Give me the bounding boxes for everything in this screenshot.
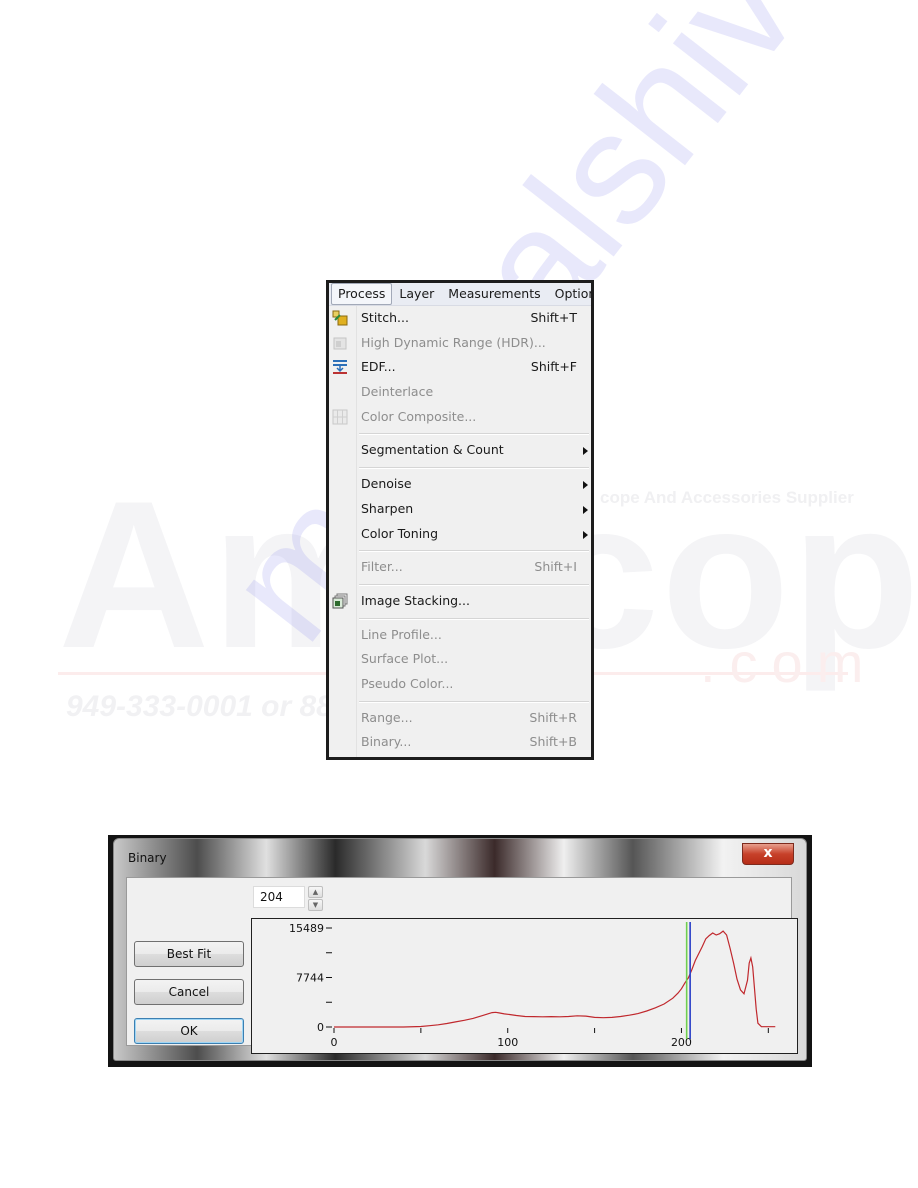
- menu-separator: [329, 614, 591, 623]
- menu-item-sharpen[interactable]: Sharpen: [329, 497, 591, 522]
- binary-dialog-screenshot: Binary x 204 ▲ ▼ Best Fit Cancel OK 0 774…: [108, 835, 812, 1067]
- process-menu: ProcessLayerMeasurementsOptions Stitch..…: [329, 283, 591, 757]
- menu-item-segmentation-count[interactable]: Segmentation & Count: [329, 438, 591, 463]
- cancel-button[interactable]: Cancel: [134, 979, 244, 1005]
- ok-button[interactable]: OK: [134, 1018, 244, 1044]
- menu-item-high-dynamic-range-hdr[interactable]: High Dynamic Range (HDR)...: [329, 331, 591, 356]
- submenu-arrow-icon: [583, 481, 588, 490]
- process-menu-screenshot: ProcessLayerMeasurementsOptions Stitch..…: [326, 280, 594, 760]
- menu-separator: [329, 580, 591, 589]
- menubar-item-measurements[interactable]: Measurements: [441, 284, 547, 304]
- best-fit-button[interactable]: Best Fit: [134, 941, 244, 967]
- arrow-up-icon: ▲: [312, 888, 319, 896]
- dialog-frame: Binary x 204 ▲ ▼ Best Fit Cancel OK 0 774…: [113, 838, 807, 1061]
- menu-item-label: Pseudo Color...: [361, 675, 454, 691]
- color-composite-icon: [332, 409, 348, 425]
- menu-item-label: Filter...: [361, 559, 403, 575]
- menu-item-label: EDF...: [361, 359, 396, 375]
- spin-down-button[interactable]: ▼: [308, 899, 323, 911]
- x-tick-label: 200: [671, 1036, 692, 1049]
- menu-separator: [329, 546, 591, 555]
- menu-item-label: Color Toning: [361, 525, 439, 541]
- submenu-arrow-icon: [583, 505, 588, 514]
- menu-item-shortcut: Shift+F: [530, 359, 577, 375]
- menu-item-label: Color Composite...: [361, 408, 477, 424]
- menu-item-label: Segmentation & Count: [361, 442, 504, 458]
- x-tick-label: 100: [497, 1036, 518, 1049]
- dialog-title: Binary: [128, 851, 167, 865]
- menu-item-edf[interactable]: EDF... Shift+F: [329, 355, 591, 380]
- menu-item-shortcut: Shift+R: [529, 709, 577, 725]
- menu-item-image-stacking[interactable]: Image Stacking...: [329, 589, 591, 614]
- histogram-line: [334, 930, 776, 1028]
- menu-item-shortcut: Shift+I: [534, 559, 577, 575]
- menubar-item-options[interactable]: Options: [548, 284, 591, 304]
- y-tick-label: 7744: [296, 972, 324, 985]
- submenu-arrow-icon: [583, 447, 588, 456]
- menu-item-label: Image Stacking...: [361, 592, 470, 608]
- close-button[interactable]: x: [742, 843, 794, 865]
- menu-separator: [329, 697, 591, 706]
- threshold-spinner: ▲ ▼: [308, 886, 323, 911]
- menu-separator: [329, 429, 591, 438]
- x-tick-label: 0: [331, 1036, 338, 1049]
- arrow-down-icon: ▼: [312, 901, 319, 909]
- menu-item-range[interactable]: Range... Shift+R: [329, 706, 591, 731]
- y-tick-label: 0: [317, 1021, 324, 1034]
- menubar: ProcessLayerMeasurementsOptions: [329, 283, 591, 306]
- menu-item-label: Deinterlace: [361, 384, 434, 400]
- menu-items: Stitch... Shift+T High Dynamic Range (HDR)…: [329, 306, 591, 755]
- threshold-input[interactable]: 204: [253, 886, 305, 908]
- menu-item-label: Binary...: [361, 734, 412, 750]
- histogram-panel[interactable]: 0 7744 15489 0 100 200: [251, 918, 798, 1054]
- stitch-icon: [332, 310, 348, 326]
- menu-item-shortcut: Shift+T: [530, 310, 577, 325]
- menu-item-binary[interactable]: Binary... Shift+B: [329, 730, 591, 755]
- menu-item-denoise[interactable]: Denoise: [329, 472, 591, 497]
- watermark-tagline: cope And Accessories Supplier: [600, 488, 854, 507]
- histogram-chart[interactable]: 0 7744 15489 0 100 200: [252, 919, 797, 1053]
- menu-item-pseudo-color[interactable]: Pseudo Color...: [329, 672, 591, 697]
- menubar-item-process[interactable]: Process: [331, 283, 393, 305]
- spin-up-button[interactable]: ▲: [308, 886, 323, 898]
- menu-item-label: High Dynamic Range (HDR)...: [361, 334, 546, 350]
- menu-item-label: Range...: [361, 709, 413, 725]
- edf-icon: [332, 359, 348, 375]
- menu-separator: [329, 463, 591, 472]
- menu-item-color-toning[interactable]: Color Toning: [329, 522, 591, 547]
- menu-item-color-composite[interactable]: Color Composite...: [329, 405, 591, 430]
- y-tick-label: 15489: [289, 922, 324, 935]
- menu-item-surface-plot[interactable]: Surface Plot...: [329, 647, 591, 672]
- menu-item-shortcut: Shift+B: [529, 734, 577, 750]
- menu-item-line-profile[interactable]: Line Profile...: [329, 623, 591, 648]
- menu-item-stitch[interactable]: Stitch... Shift+T: [329, 306, 591, 331]
- menu-item-label: Sharpen: [361, 500, 414, 516]
- close-icon: x: [763, 845, 773, 861]
- menubar-item-layer[interactable]: Layer: [392, 284, 441, 304]
- dialog-client-area: 204 ▲ ▼ Best Fit Cancel OK 0 7744 15489 0 10…: [126, 877, 798, 1054]
- hdr-icon: [332, 335, 348, 351]
- menu-item-label: Surface Plot...: [361, 651, 449, 667]
- menu-item-filter[interactable]: Filter... Shift+I: [329, 555, 591, 580]
- image-stacking-icon: [332, 593, 348, 609]
- menu-item-deinterlace[interactable]: Deinterlace: [329, 380, 591, 405]
- menu-item-label: Stitch...: [361, 310, 409, 325]
- menu-item-label: Denoise: [361, 476, 412, 492]
- menu-item-label: Line Profile...: [361, 626, 442, 642]
- watermark-domain: .com: [700, 631, 878, 694]
- submenu-arrow-icon: [583, 530, 588, 539]
